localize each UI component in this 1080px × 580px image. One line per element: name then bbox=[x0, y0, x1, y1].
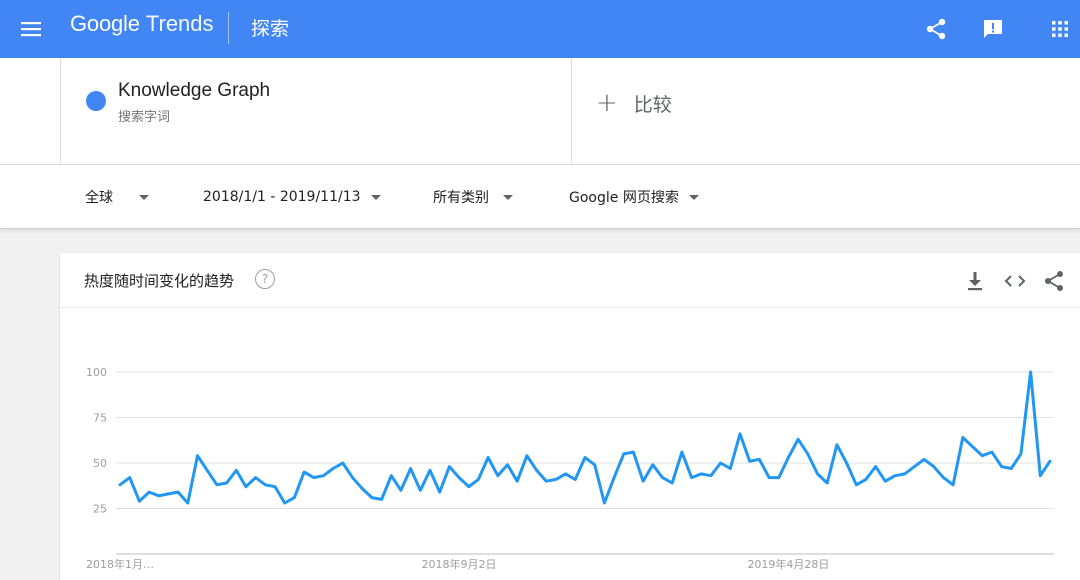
embed-button[interactable] bbox=[1002, 268, 1028, 294]
menu-button[interactable] bbox=[14, 12, 48, 46]
top-app-bar: Google Trends 探索 bbox=[0, 0, 1080, 58]
x-tick-label: 2019年4月28日 bbox=[747, 557, 829, 571]
card-header: 热度随时间变化的趋势 ? bbox=[60, 253, 1080, 308]
card-title: 热度随时间变化的趋势 bbox=[84, 272, 235, 290]
series-line-knowledge-graph bbox=[118, 370, 1052, 505]
interest-over-time-card: 热度随时间变化的趋势 ? 25 50 75 100 2018年1月… 2018年… bbox=[60, 253, 1080, 580]
apps-icon bbox=[1052, 21, 1068, 37]
search-type-value: Google 网页搜索 bbox=[569, 190, 679, 206]
y-tick-label-50: 50 bbox=[93, 457, 107, 470]
y-tick-label-75: 75 bbox=[93, 412, 107, 425]
category-value: 所有类别 bbox=[433, 190, 489, 206]
y-tick-label-25: 25 bbox=[93, 503, 107, 516]
compare-label: 比较 bbox=[633, 93, 672, 116]
share-icon bbox=[1045, 271, 1063, 291]
embed-icon bbox=[1004, 275, 1026, 287]
brand-google: Google bbox=[70, 11, 140, 36]
chevron-down-icon bbox=[688, 194, 699, 200]
plus-icon: + bbox=[596, 88, 618, 118]
filter-bar: 全球 2018/1/1 - 2019/11/13 所有类别 Google 网页搜… bbox=[0, 165, 1080, 229]
search-terms-panel: Knowledge Graph 搜索字词 + 比较 bbox=[0, 58, 1080, 165]
google-trends-logo[interactable]: Google Trends bbox=[70, 11, 214, 37]
page-title: 探索 bbox=[251, 18, 290, 40]
interest-line-chart[interactable]: 25 50 75 100 2018年1月… 2018年9月2日 2019年4月28日 bbox=[60, 308, 1080, 580]
card-share-button[interactable] bbox=[1041, 268, 1067, 294]
region-dropdown[interactable]: 全球 bbox=[85, 185, 149, 209]
term-type: 搜索字词 bbox=[118, 110, 171, 125]
x-tick-label: 2018年9月2日 bbox=[422, 557, 497, 571]
feedback-icon bbox=[984, 20, 1002, 38]
brand-trends: Trends bbox=[145, 11, 214, 36]
share-icon bbox=[926, 18, 946, 40]
category-dropdown[interactable]: 所有类别 bbox=[433, 185, 513, 209]
y-tick-label-100: 100 bbox=[86, 366, 107, 379]
apps-button[interactable] bbox=[1044, 13, 1076, 45]
chevron-down-icon bbox=[503, 194, 513, 200]
term-color-dot bbox=[86, 91, 106, 111]
help-icon[interactable]: ? bbox=[255, 269, 275, 289]
share-button[interactable] bbox=[920, 13, 952, 45]
chevron-down-icon bbox=[370, 194, 381, 200]
compare-button[interactable]: + 比较 bbox=[596, 88, 672, 118]
menu-icon bbox=[21, 22, 41, 37]
x-tick-label: 2018年1月… bbox=[86, 557, 154, 571]
search-term-card[interactable]: Knowledge Graph 搜索字词 bbox=[60, 58, 572, 165]
download-button[interactable] bbox=[962, 268, 988, 294]
download-icon bbox=[968, 272, 982, 291]
date-range-dropdown[interactable]: 2018/1/1 - 2019/11/13 bbox=[203, 185, 381, 209]
region-value: 全球 bbox=[85, 190, 113, 206]
feedback-button[interactable] bbox=[977, 13, 1009, 45]
term-name: Knowledge Graph bbox=[118, 80, 271, 101]
header-divider bbox=[228, 12, 229, 44]
date-range-value: 2018/1/1 - 2019/11/13 bbox=[203, 189, 361, 205]
search-type-dropdown[interactable]: Google 网页搜索 bbox=[569, 185, 699, 209]
chevron-down-icon bbox=[139, 194, 149, 200]
